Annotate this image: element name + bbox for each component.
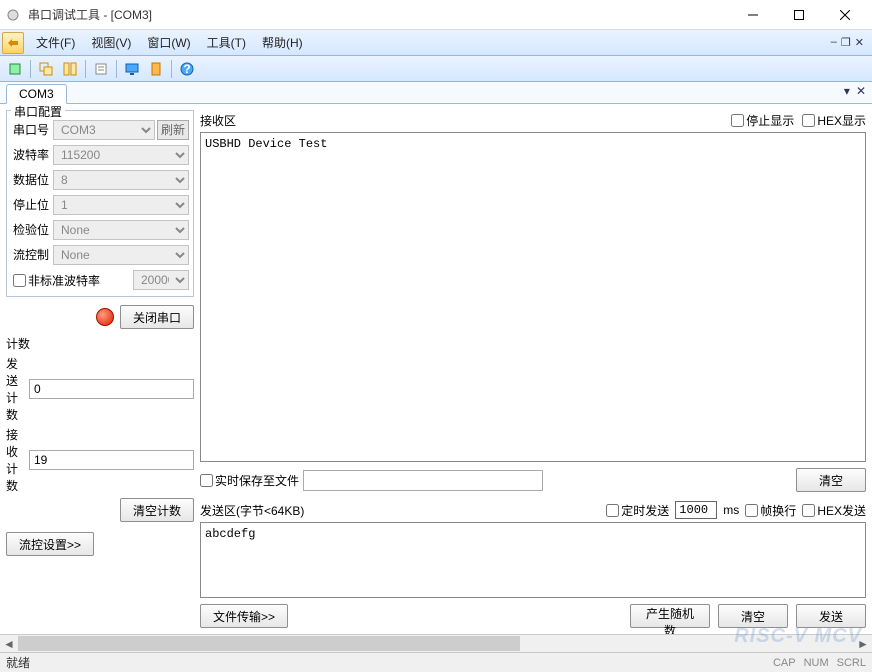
- realtime-save-label: 实时保存至文件: [215, 472, 299, 489]
- hex-send-checkbox[interactable]: [802, 504, 815, 517]
- recv-count-field[interactable]: [29, 450, 194, 470]
- menubar: 文件(F) 视图(V) 窗口(W) 工具(T) 帮助(H) – ❐ ✕: [0, 30, 872, 56]
- hex-send-label: HEX发送: [817, 502, 866, 519]
- counts-label: 计数: [6, 335, 194, 352]
- file-transfer-button[interactable]: 文件传输>>: [200, 604, 288, 628]
- clear-send-button[interactable]: 清空: [718, 604, 788, 628]
- flow-settings-button[interactable]: 流控设置>>: [6, 532, 94, 556]
- menu-help[interactable]: 帮助(H): [254, 30, 311, 55]
- status-cap: CAP: [773, 657, 796, 669]
- nonstd-baud-checkbox[interactable]: [13, 274, 26, 287]
- nonstd-baud-label: 非标准波特率: [28, 272, 133, 289]
- window-title: 串口调试工具 - [COM3]: [28, 6, 730, 23]
- toolbar-help-icon[interactable]: ?: [176, 58, 198, 80]
- maximize-button[interactable]: [776, 0, 822, 30]
- clear-recv-button[interactable]: 清空: [796, 468, 866, 492]
- app-icon: [4, 6, 22, 24]
- config-legend: 串口配置: [11, 103, 65, 120]
- send-count-field[interactable]: [29, 379, 194, 399]
- mdi-close-icon[interactable]: ✕: [855, 36, 864, 49]
- toolbar-tile-icon[interactable]: [59, 58, 81, 80]
- port-select[interactable]: COM3: [53, 120, 155, 140]
- tab-dropdown-icon[interactable]: ▾: [844, 84, 850, 98]
- tab-com3[interactable]: COM3: [6, 84, 67, 104]
- menu-tools[interactable]: 工具(T): [199, 30, 254, 55]
- interval-field[interactable]: [675, 501, 717, 519]
- timed-send-label: 定时发送: [621, 502, 669, 519]
- baud-select[interactable]: 115200: [53, 145, 189, 165]
- status-ready: 就绪: [6, 654, 30, 671]
- mdi-minimize-icon[interactable]: –: [831, 36, 837, 49]
- toolbar-new-icon[interactable]: [4, 58, 26, 80]
- statusbar: 就绪 CAP NUM SCRL: [0, 652, 872, 672]
- toolbar-tool-icon[interactable]: [145, 58, 167, 80]
- mdi-system-icon[interactable]: [2, 32, 24, 54]
- serial-config-group: 串口配置 串口号 COM3 刷新 波特率 115200 数据位 8 停止位 1 …: [6, 110, 194, 297]
- frame-wrap-label: 帧换行: [760, 502, 796, 519]
- hex-display-label: HEX显示: [817, 112, 866, 129]
- port-status-indicator: [96, 308, 114, 326]
- toolbar: ?: [0, 56, 872, 82]
- stop-display-checkbox[interactable]: [731, 114, 744, 127]
- status-num: NUM: [804, 657, 829, 669]
- menu-view[interactable]: 视图(V): [83, 30, 139, 55]
- svg-text:?: ?: [183, 62, 190, 76]
- databits-select[interactable]: 8: [53, 170, 189, 190]
- realtime-save-checkbox[interactable]: [200, 474, 213, 487]
- timed-send-checkbox[interactable]: [606, 504, 619, 517]
- clear-count-button[interactable]: 清空计数: [120, 498, 194, 522]
- send-count-label: 发送计数: [6, 355, 29, 423]
- horizontal-scrollbar[interactable]: ◄ ►: [0, 634, 872, 652]
- scroll-thumb[interactable]: [18, 636, 520, 651]
- stopbits-select[interactable]: 1: [53, 195, 189, 215]
- titlebar: 串口调试工具 - [COM3]: [0, 0, 872, 30]
- ms-label: ms: [723, 503, 739, 517]
- frame-wrap-checkbox[interactable]: [745, 504, 758, 517]
- status-scrl: SCRL: [837, 657, 866, 669]
- save-path-field[interactable]: [303, 470, 543, 491]
- minimize-button[interactable]: [730, 0, 776, 30]
- port-label: 串口号: [13, 121, 53, 138]
- content-area: 串口配置 串口号 COM3 刷新 波特率 115200 数据位 8 停止位 1 …: [0, 104, 872, 634]
- close-button[interactable]: [822, 0, 868, 30]
- nonstd-baud-select[interactable]: 200000: [133, 270, 189, 290]
- refresh-button[interactable]: 刷新: [157, 120, 189, 140]
- toolbar-settings-icon[interactable]: [90, 58, 112, 80]
- baud-label: 波特率: [13, 146, 53, 163]
- parity-label: 检验位: [13, 221, 53, 238]
- menu-file[interactable]: 文件(F): [28, 30, 83, 55]
- flowctrl-label: 流控制: [13, 246, 53, 263]
- flowctrl-select[interactable]: None: [53, 245, 189, 265]
- send-textarea[interactable]: [200, 522, 866, 598]
- gen-random-button[interactable]: 产生随机数: [630, 604, 710, 628]
- tab-close-icon[interactable]: ✕: [856, 84, 866, 98]
- left-panel: 串口配置 串口号 COM3 刷新 波特率 115200 数据位 8 停止位 1 …: [6, 110, 194, 628]
- scroll-left-icon[interactable]: ◄: [0, 635, 18, 652]
- toolbar-monitor-icon[interactable]: [121, 58, 143, 80]
- databits-label: 数据位: [13, 171, 53, 188]
- stopbits-label: 停止位: [13, 196, 53, 213]
- send-area-label: 发送区(字节<64KB): [200, 502, 600, 519]
- tabs-bar: COM3 ▾ ✕: [0, 82, 872, 104]
- close-port-button[interactable]: 关闭串口: [120, 305, 194, 329]
- scroll-right-icon[interactable]: ►: [854, 635, 872, 652]
- hex-display-checkbox[interactable]: [802, 114, 815, 127]
- send-button[interactable]: 发送: [796, 604, 866, 628]
- menu-window[interactable]: 窗口(W): [139, 30, 198, 55]
- recv-textarea[interactable]: USBHD Device Test: [200, 132, 866, 462]
- recv-count-label: 接收计数: [6, 426, 29, 494]
- mdi-restore-icon[interactable]: ❐: [841, 36, 851, 49]
- stop-display-label: 停止显示: [746, 112, 794, 129]
- parity-select[interactable]: None: [53, 220, 189, 240]
- toolbar-cascade-icon[interactable]: [35, 58, 57, 80]
- recv-area-label: 接收区: [200, 112, 723, 129]
- right-panel: 接收区 停止显示 HEX显示 USBHD Device Test 实时保存至文件…: [200, 110, 866, 628]
